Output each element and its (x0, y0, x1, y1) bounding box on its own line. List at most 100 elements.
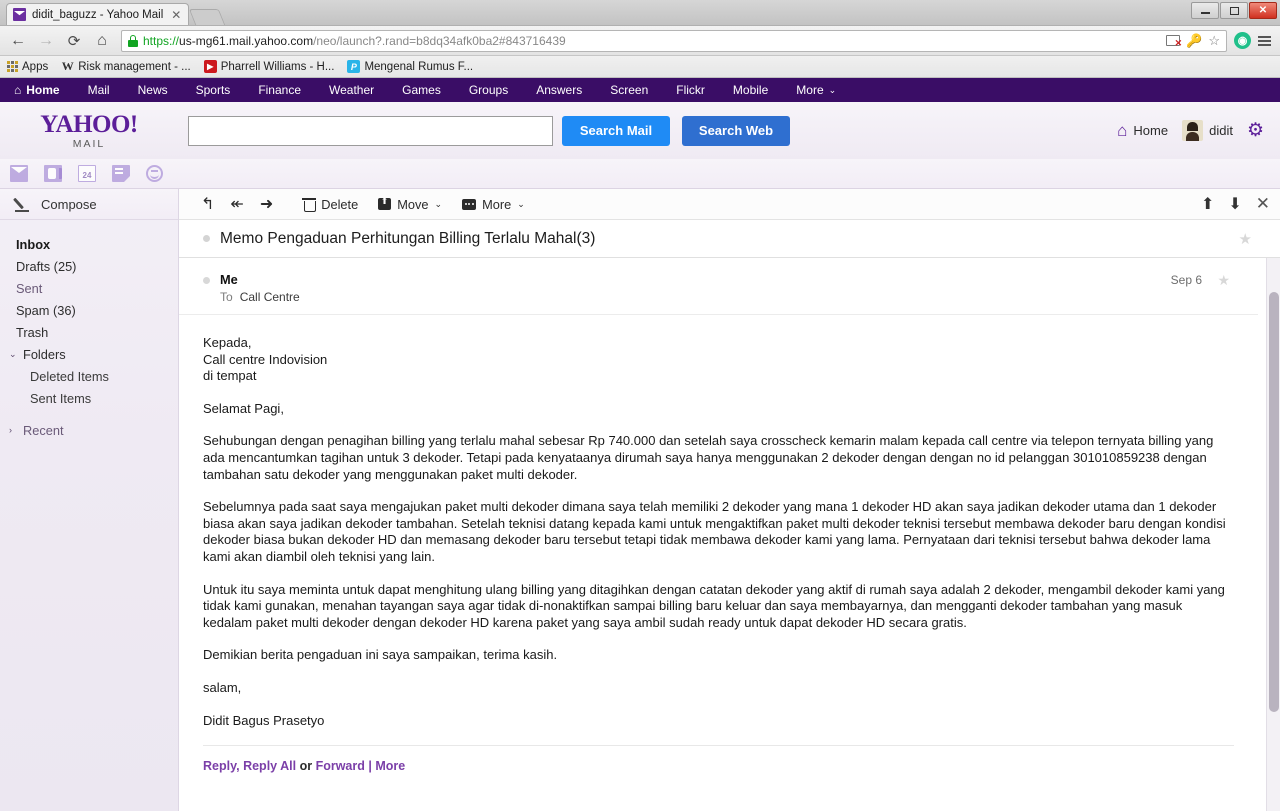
message-paragraph: Didit Bagus Prasetyo (203, 712, 325, 728)
minimize-button[interactable] (1191, 2, 1219, 19)
star-icon[interactable]: ☆ (1208, 33, 1220, 49)
greeting-line-1: Kepada, (203, 335, 252, 350)
key-icon[interactable]: 🔑 (1186, 33, 1202, 49)
message-header: Me To Call Centre Sep 6 ★ (179, 258, 1258, 315)
wikipedia-icon: W (61, 59, 74, 73)
logo-main-text: YAHOO! (40, 110, 138, 138)
close-window-button[interactable]: ✕ (1249, 2, 1277, 19)
chevron-down-icon: ⌄ (828, 85, 837, 95)
yahoo-nav-home[interactable]: ⌂ Home (10, 78, 74, 102)
contacts-icon[interactable] (44, 165, 62, 182)
bookmark-remove-icon[interactable] (1166, 35, 1182, 49)
bookmark-pharrell-williams[interactable]: ▶ Pharrell Williams - H... (203, 60, 334, 73)
close-message-icon[interactable]: ✕ (1256, 194, 1270, 214)
url-scheme: https:// (143, 33, 180, 48)
forward-icon[interactable]: → (34, 29, 58, 53)
sidebar-item-spam[interactable]: Spam (36) (0, 299, 178, 321)
read-status-dot[interactable] (203, 235, 210, 242)
yahoo-nav-news[interactable]: News (124, 78, 182, 102)
or-label: or (299, 759, 313, 774)
omnibox-actions: 🔑 ☆ (1166, 33, 1222, 49)
smiley-icon[interactable] (146, 165, 163, 182)
gear-icon[interactable]: ⚙ (1247, 119, 1264, 142)
forward-icon[interactable]: ➜ (252, 189, 281, 219)
window-controls: ✕ (1191, 2, 1277, 19)
next-message-icon[interactable]: ⬇ (1228, 194, 1241, 214)
delete-button[interactable]: Delete (293, 189, 368, 219)
maximize-button[interactable] (1220, 2, 1248, 19)
compose-button[interactable]: Compose (0, 189, 178, 220)
yahoo-mail-logo[interactable]: YAHOO! MAIL (14, 112, 164, 150)
yahoo-nav-label: More (796, 83, 824, 97)
yahoo-nav-flickr[interactable]: Flickr (662, 78, 719, 102)
search-web-button[interactable]: Search Web (682, 115, 790, 146)
extension-icon[interactable]: ◉ (1234, 32, 1251, 49)
message-status-dot[interactable] (203, 277, 210, 284)
sidebar-group-label: Folders (23, 346, 66, 362)
yahoo-nav-sports[interactable]: Sports (182, 78, 245, 102)
sidebar-item-deleted-items[interactable]: Deleted Items (0, 365, 178, 387)
yahoo-nav-answers[interactable]: Answers (522, 78, 596, 102)
sidebar-item-inbox[interactable]: Inbox (0, 233, 178, 255)
yahoo-nav-finance[interactable]: Finance (244, 78, 315, 102)
reply-link[interactable]: Reply, (203, 759, 240, 773)
youtube-icon: ▶ (203, 60, 217, 73)
sidebar-group-folders[interactable]: ⌄ Folders (0, 343, 178, 365)
browser-menu-icon[interactable] (1255, 35, 1274, 46)
sidebar-item-drafts[interactable]: Drafts (25) (0, 255, 178, 277)
user-account[interactable]: didit (1182, 120, 1233, 141)
yahoo-nav-weather[interactable]: Weather (315, 78, 388, 102)
bookmark-apps[interactable]: Apps (7, 61, 48, 73)
message-scroll-area: Me To Call Centre Sep 6 ★ Kepada, Call ce… (179, 258, 1280, 811)
bookmark-risk-management[interactable]: W Risk management - ... (61, 59, 191, 73)
yahoo-nav-groups[interactable]: Groups (455, 78, 522, 102)
reload-icon[interactable]: ⟳ (62, 29, 86, 53)
message-scrollbar[interactable] (1266, 258, 1280, 811)
forward-link[interactable]: Forward (316, 759, 365, 773)
reply-all-link[interactable]: Reply All (243, 759, 296, 773)
calendar-icon[interactable]: 24 (78, 165, 96, 182)
header-home-link[interactable]: ⌂ Home (1117, 121, 1168, 141)
star-icon[interactable]: ★ (1239, 230, 1252, 248)
user-name-label: didit (1209, 123, 1233, 138)
new-tab-button[interactable] (189, 9, 226, 25)
star-icon[interactable]: ★ (1217, 272, 1230, 289)
notepad-icon[interactable] (112, 165, 130, 182)
scrollbar-thumb[interactable] (1269, 292, 1279, 712)
yahoo-nav-mail[interactable]: Mail (74, 78, 124, 102)
yahoo-nav-mobile[interactable]: Mobile (719, 78, 782, 102)
yahoo-global-nav: ⌂ Home Mail News Sports Finance Weather … (0, 78, 1280, 102)
back-icon[interactable]: ← (6, 29, 30, 53)
search-input[interactable] (188, 115, 553, 146)
home-icon[interactable]: ⌂ (90, 29, 114, 53)
move-icon (378, 196, 392, 210)
message-paragraph: Kepada, Call centre Indovision di tempat (203, 335, 1234, 385)
sidebar-item-trash[interactable]: Trash (0, 321, 178, 343)
trash-icon (302, 197, 317, 212)
browser-titlebar: didit_baguzz - Yahoo Mail ✕ ✕ (0, 0, 1280, 26)
yahoo-nav-more[interactable]: More ⌄ (782, 78, 850, 102)
move-button[interactable]: Move ⌄ (368, 189, 452, 219)
reply-icon[interactable]: ↰ (193, 189, 222, 219)
sidebar-group-recent[interactable]: › Recent (0, 419, 178, 441)
sidebar-item-sent[interactable]: Sent (0, 277, 178, 299)
chevron-down-icon: ⌄ (517, 198, 525, 209)
more-button[interactable]: More ⌄ (452, 189, 535, 219)
previous-message-icon[interactable]: ⬆ (1201, 194, 1214, 214)
page-title: Memo Pengaduan Perhitungan Billing Terla… (220, 229, 596, 247)
yahoo-nav-screen[interactable]: Screen (596, 78, 662, 102)
address-bar[interactable]: https://us-mg61.mail.yahoo.com/neo/launc… (121, 29, 1227, 52)
greeting-line-2: Call centre Indovision (203, 351, 328, 367)
tab-close-icon[interactable]: ✕ (171, 8, 181, 22)
browser-tab[interactable]: didit_baguzz - Yahoo Mail ✕ (6, 3, 190, 25)
search-mail-button[interactable]: Search Mail (562, 115, 670, 146)
recipient-name[interactable]: Call Centre (240, 290, 300, 304)
more-link[interactable]: More (375, 759, 405, 773)
footer-separator: | (368, 759, 372, 774)
bookmark-mengenal-rumus[interactable]: P Mengenal Rumus F... (347, 60, 473, 73)
yahoo-nav-games[interactable]: Games (388, 78, 455, 102)
mail-icon[interactable] (10, 165, 28, 182)
delete-label: Delete (321, 196, 359, 212)
sidebar-item-sent-items[interactable]: Sent Items (0, 387, 178, 409)
reply-all-icon[interactable]: ↞ (222, 189, 251, 219)
